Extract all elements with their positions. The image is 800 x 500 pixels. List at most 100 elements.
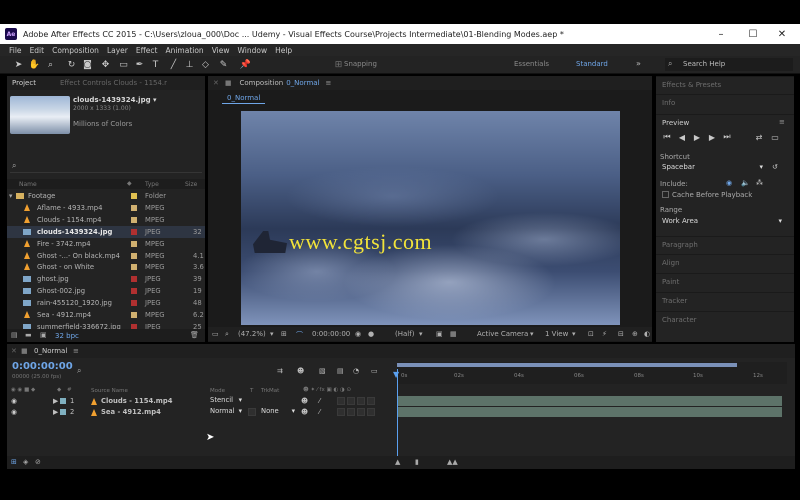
switch-box[interactable] [347, 397, 355, 405]
type-tool-icon[interactable]: T [150, 59, 161, 70]
shy-switch-icon[interactable]: ☻ [301, 408, 308, 416]
comp-mini-flowchart-icon[interactable]: ⇉ [277, 367, 283, 375]
draft-3d-icon[interactable]: ☻ [297, 367, 304, 375]
info-panel[interactable]: Info [656, 94, 794, 110]
preview-panel-title[interactable]: Preview [656, 114, 794, 130]
frame-blending-icon[interactable]: ▤ [337, 367, 344, 375]
zoom-in-icon[interactable]: ▲▲ [447, 458, 458, 466]
region-of-interest-icon[interactable]: ▣ [436, 330, 443, 338]
reset-icon[interactable]: ↺ [772, 163, 778, 171]
hide-shy-icon[interactable]: ▧ [319, 367, 326, 375]
maximize-button[interactable]: ☐ [738, 24, 768, 44]
work-area-bar[interactable] [397, 363, 737, 367]
label-swatch[interactable] [131, 312, 137, 318]
label-swatch[interactable] [131, 288, 137, 295]
zoom-slider-handle[interactable]: ▮ [415, 458, 419, 466]
graph-editor-icon[interactable]: ▭ [371, 367, 378, 375]
comp-tab-name[interactable]: 0_Normal [286, 79, 319, 87]
modes-toggle-icon[interactable]: ◈ [23, 458, 28, 466]
menu-layer[interactable]: Layer [107, 46, 128, 55]
snapping-label[interactable]: Snapping [344, 60, 377, 68]
layer-name[interactable]: Clouds - 1154.mp4 [101, 397, 172, 405]
flowchart-icon[interactable]: ⊕ [632, 330, 638, 338]
switch-box[interactable] [367, 397, 375, 405]
delete-icon[interactable]: 🗑 [190, 331, 199, 339]
loop-icon[interactable]: ⇄ [754, 132, 764, 142]
project-item-row[interactable]: Clouds - 1154.mp4 MPEG [7, 214, 205, 226]
switch-box[interactable] [337, 397, 345, 405]
quality-switch-icon[interactable]: ⁄ [319, 397, 320, 405]
label-swatch[interactable] [60, 409, 66, 415]
comp-viewer-tab[interactable]: 0_Normal [222, 93, 266, 104]
visibility-icon[interactable]: ◉ [11, 408, 17, 416]
minimize-button[interactable]: – [706, 24, 736, 44]
menu-effect[interactable]: Effect [136, 46, 158, 55]
transparency-grid-icon[interactable]: ▦ [450, 330, 457, 338]
chevron-down-icon[interactable]: ▾ [270, 330, 274, 338]
shy-switch-icon[interactable]: ☻ [301, 397, 308, 405]
eraser-tool-icon[interactable]: ◇ [200, 59, 211, 70]
project-item-row[interactable]: ▾ Footage Folder [7, 190, 205, 202]
search-help-input[interactable]: ⌕ Search Help [665, 58, 793, 71]
fast-preview-icon[interactable]: ⚡ [602, 330, 607, 338]
chevron-down-icon[interactable]: ▾ [572, 330, 576, 338]
mask-visibility-icon[interactable]: ⌒ [296, 330, 303, 340]
switch-box[interactable] [357, 408, 365, 416]
paragraph-panel[interactable]: Paragraph [656, 236, 794, 252]
shortcut-dropdown[interactable]: Spacebar ▾ [660, 163, 765, 174]
rectangle-tool-icon[interactable]: ▭ [118, 59, 129, 70]
region-icon[interactable]: ⌕ [225, 330, 229, 339]
layer-switches-toggle-icon[interactable]: ⊞ [11, 458, 17, 466]
puppet-pin-tool-icon[interactable]: 📌 [240, 59, 251, 70]
align-panel[interactable]: Align [656, 254, 794, 270]
layer-row[interactable]: ◉ ▶ 1 Clouds - 1154.mp4 Stencil ▾ ☻ ⁄ [7, 396, 395, 407]
previous-frame-icon[interactable]: ◀ [677, 132, 687, 142]
preserve-transparency-checkbox[interactable] [248, 408, 256, 416]
tracker-panel[interactable]: Tracker [656, 292, 794, 308]
close-icon[interactable]: ✕ [11, 347, 17, 355]
search-icon[interactable]: ⌕ [77, 366, 81, 376]
view-layout-dropdown[interactable]: 1 View [545, 330, 568, 338]
expand-arrow-icon[interactable]: ▶ [53, 408, 58, 416]
menu-animation[interactable]: Animation [165, 46, 203, 55]
label-swatch[interactable] [131, 216, 137, 223]
new-composition-icon[interactable]: ▣ [40, 331, 47, 339]
new-folder-icon[interactable]: ▬ [25, 331, 32, 339]
label-swatch[interactable] [131, 228, 137, 235]
project-item-row[interactable]: rain-455120_1920.jpg JPEG 48 [7, 297, 205, 309]
current-time-display[interactable]: 0:00:00:00 [312, 330, 350, 338]
menu-composition[interactable]: Composition [52, 46, 99, 55]
pan-behind-tool-icon[interactable]: ✥ [100, 59, 111, 70]
clone-stamp-tool-icon[interactable]: ⊥ [184, 59, 195, 70]
project-item-row[interactable]: Aflame - 4933.mp4 MPEG [7, 202, 205, 214]
timeline-current-time[interactable]: 0:00:00:00 [12, 361, 73, 372]
character-panel[interactable]: Character [656, 311, 794, 327]
project-item-row[interactable]: Ghost-002.jpg JPEG 19 [7, 285, 205, 297]
column-mode[interactable]: Mode [210, 388, 225, 394]
tab-composition[interactable]: Composition [240, 79, 284, 87]
next-frame-icon[interactable]: ▶ [707, 132, 717, 142]
motion-blur-icon[interactable]: ◔ [353, 367, 359, 375]
workspace-essentials[interactable]: Essentials [514, 60, 549, 68]
tab-effect-controls[interactable]: Effect Controls Clouds - 1154.r [60, 79, 167, 87]
lock-icon[interactable]: ■ [225, 79, 232, 87]
project-item-row[interactable]: clouds-1439324.jpg JPEG 32 [7, 225, 205, 238]
menu-file[interactable]: File [9, 46, 22, 55]
hand-tool-icon[interactable]: ✋ [29, 59, 40, 70]
label-swatch[interactable] [60, 398, 66, 404]
close-icon[interactable]: ✕ [213, 79, 219, 87]
zoom-dropdown[interactable]: (47.2%) [238, 330, 266, 338]
ram-preview-icon[interactable]: ▭ [770, 132, 780, 142]
interpret-footage-icon[interactable]: ▤ [11, 331, 18, 339]
project-search-input[interactable]: ⌕ [10, 161, 202, 173]
include-overlays-icon[interactable]: ⁂ [756, 179, 763, 187]
brush-tool-icon[interactable]: ╱ [168, 59, 179, 70]
label-swatch[interactable] [131, 204, 137, 211]
label-column-icon[interactable]: ◆ [127, 180, 132, 187]
track-matte-dropdown[interactable]: None ▾ [261, 407, 295, 417]
roto-brush-tool-icon[interactable]: ✎ [218, 59, 229, 70]
effects-presets-panel[interactable]: Effects & Presets [656, 76, 794, 92]
exposure-icon[interactable]: ◐ [644, 330, 650, 338]
selected-item-name[interactable]: clouds-1439324.jpg ▾ [73, 96, 157, 104]
grid-icon[interactable]: ⊞ [281, 330, 287, 338]
